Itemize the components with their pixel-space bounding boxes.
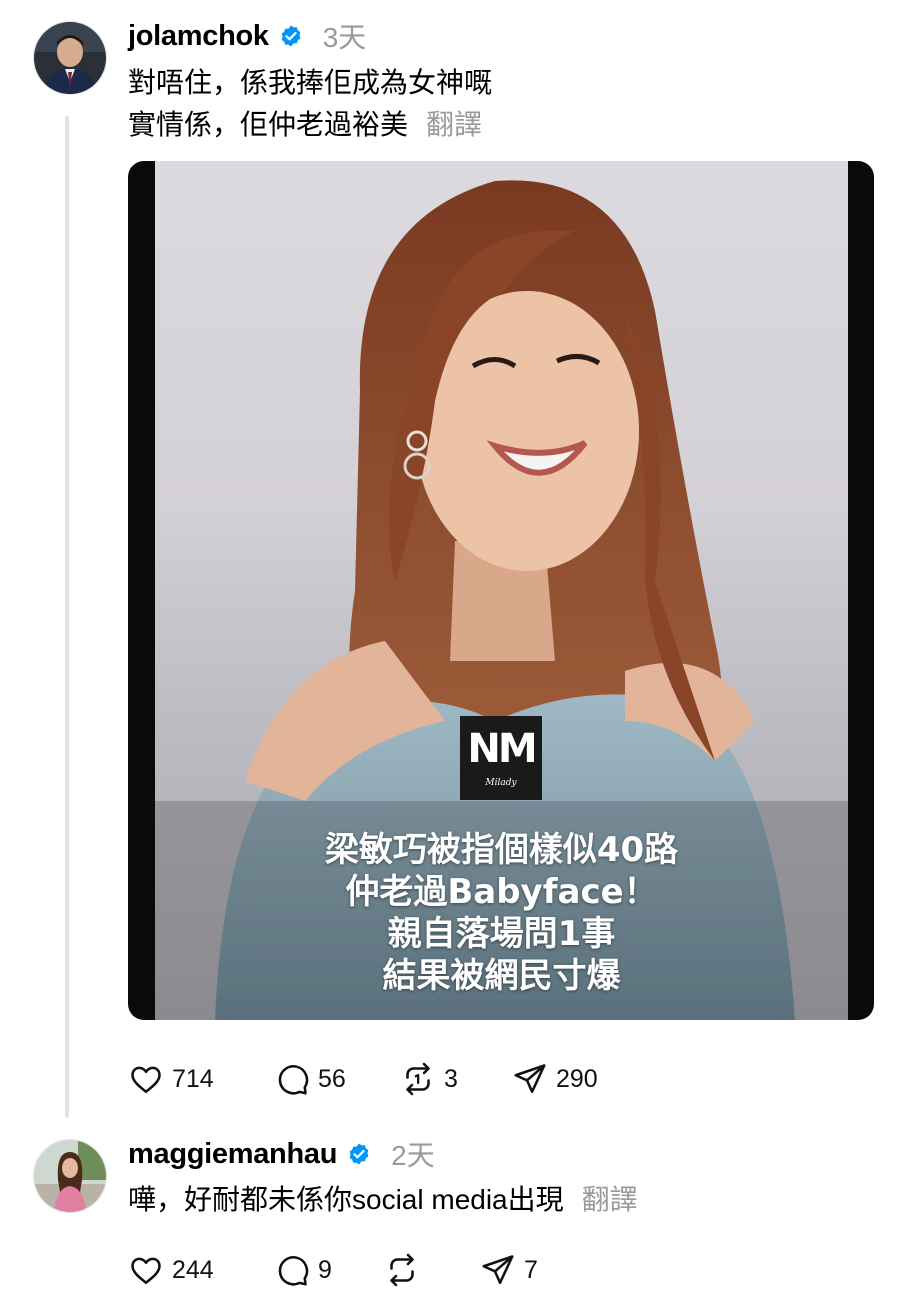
headline-line-4: 結果被網民寸爆	[382, 956, 621, 996]
post-image[interactable]: NM Milady 梁敏巧被指個樣似40路 仲老過Babyface！ 親自落場問…	[128, 161, 874, 1020]
headline-line-3: 親自落場問1事	[387, 914, 616, 954]
logo-text: NM	[467, 726, 537, 772]
heart-icon	[131, 1257, 161, 1285]
translate-link[interactable]: 翻譯	[582, 1184, 638, 1215]
share-count: 290	[556, 1064, 598, 1093]
username[interactable]: maggiemanhau	[128, 1138, 337, 1171]
post-text-line-1: 嘩，好耐都未係你social media出現	[128, 1184, 564, 1215]
verified-badge-icon	[349, 1143, 369, 1165]
repost-button[interactable]	[384, 1250, 480, 1290]
comment-button[interactable]: 56	[274, 1059, 400, 1099]
heart-icon	[131, 1066, 161, 1094]
headline-line-2: 仲老過Babyface！	[345, 872, 658, 912]
like-count: 714	[172, 1064, 214, 1093]
share-icon	[514, 1064, 546, 1094]
repost-icon	[406, 1062, 430, 1096]
repost-icon	[390, 1253, 414, 1287]
repost-button[interactable]: 3	[400, 1059, 512, 1099]
username[interactable]: jolamchok	[128, 20, 269, 53]
avatar-image	[34, 1140, 106, 1212]
comment-count: 9	[318, 1255, 332, 1284]
avatar-jolamchok[interactable]	[33, 21, 107, 95]
avatar-image	[34, 22, 106, 94]
comment-icon	[278, 1256, 309, 1286]
avatar-maggiemanhau[interactable]	[33, 1139, 107, 1213]
verified-badge-icon	[281, 25, 301, 47]
comment-button[interactable]: 9	[274, 1250, 384, 1290]
logo-subtext: Milady	[485, 778, 517, 788]
post-actions: 244 9 7	[128, 1250, 580, 1290]
share-icon	[482, 1255, 514, 1285]
post-actions: 714 56 3 290	[128, 1059, 632, 1099]
share-count: 7	[524, 1255, 538, 1284]
translate-link[interactable]: 翻譯	[426, 109, 482, 140]
comment-icon	[278, 1065, 309, 1095]
comment-count: 56	[318, 1064, 346, 1093]
share-button[interactable]: 290	[512, 1059, 632, 1099]
thread-line	[65, 116, 69, 1118]
like-button[interactable]: 244	[128, 1250, 274, 1290]
post-time: 3天	[322, 22, 367, 53]
share-button[interactable]: 7	[480, 1250, 580, 1290]
post-time: 2天	[391, 1140, 435, 1171]
like-button[interactable]: 714	[128, 1059, 274, 1099]
like-count: 244	[172, 1255, 214, 1284]
post-text-line-2: 實情係，佢仲老過裕美	[128, 109, 409, 140]
post-text-line-1: 對唔住，係我捧佢成為女神嘅	[128, 67, 493, 98]
nm-logo: NM Milady	[460, 716, 542, 800]
repost-count: 3	[444, 1064, 458, 1093]
headline-line-1: 梁敏巧被指個樣似40路	[324, 830, 679, 870]
photo-content: NM Milady 梁敏巧被指個樣似40路 仲老過Babyface！ 親自落場問…	[155, 161, 848, 1020]
